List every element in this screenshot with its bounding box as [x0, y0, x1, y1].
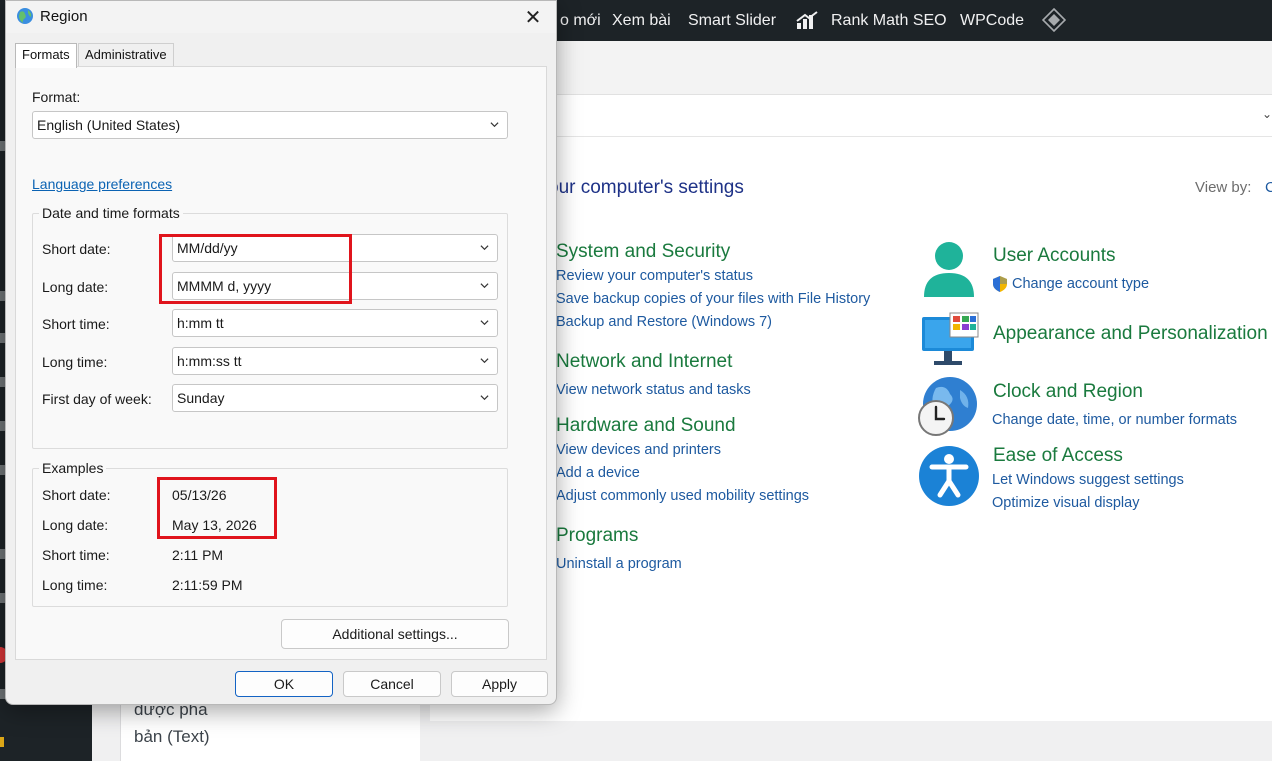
link-backup-restore[interactable]: Backup and Restore (Windows 7): [556, 314, 772, 330]
first-day-of-week-select[interactable]: Sunday: [172, 384, 498, 412]
chevron-down-icon: [480, 320, 489, 326]
example-short-date-label: Short date:: [42, 487, 111, 503]
formats-tab-panel: Format: English (United States) Language…: [15, 66, 547, 660]
long-date-value: MMMM d, yyyy: [177, 278, 272, 294]
apply-button[interactable]: Apply: [451, 671, 548, 697]
wp-bar-smart-slider[interactable]: Smart Slider: [688, 12, 776, 30]
example-short-time-label: Short time:: [42, 547, 110, 563]
link-optimize-display[interactable]: Optimize visual display: [992, 495, 1139, 511]
additional-settings-button[interactable]: Additional settings...: [281, 619, 509, 649]
link-change-account-type[interactable]: Change account type: [1012, 276, 1149, 292]
link-file-history[interactable]: Save backup copies of your files with Fi…: [556, 291, 870, 307]
view-by-dropdown[interactable]: C: [1265, 179, 1272, 196]
long-time-select[interactable]: h:mm:ss tt: [172, 347, 498, 375]
link-devices-printers[interactable]: View devices and printers: [556, 442, 721, 458]
category-programs[interactable]: Programs: [556, 525, 638, 547]
tab-formats[interactable]: Formats: [15, 43, 77, 68]
dialog-titlebar[interactable]: Region ✕: [6, 1, 556, 33]
format-label: Format:: [32, 89, 81, 105]
long-time-value: h:mm:ss tt: [177, 353, 242, 369]
category-hardware-sound[interactable]: Hardware and Sound: [556, 415, 736, 437]
link-network-status[interactable]: View network status and tasks: [556, 382, 751, 398]
tab-administrative[interactable]: Administrative: [78, 43, 174, 67]
link-windows-suggest[interactable]: Let Windows suggest settings: [992, 472, 1184, 488]
first-day-of-week-label: First day of week:: [42, 391, 152, 407]
page-title: our computer's settings: [548, 177, 744, 198]
category-system-security[interactable]: System and Security: [556, 241, 730, 263]
first-day-of-week-value: Sunday: [177, 390, 225, 406]
long-date-select[interactable]: MMMM d, yyyy: [172, 272, 498, 300]
category-ease-of-access[interactable]: Ease of Access: [993, 445, 1123, 467]
short-date-select[interactable]: MM/dd/yy: [172, 234, 498, 262]
chevron-down-icon[interactable]: ⌄: [1262, 107, 1272, 121]
clock-globe-icon[interactable]: [916, 376, 978, 438]
long-time-label: Long time:: [42, 354, 108, 370]
ease-of-access-icon[interactable]: [918, 445, 980, 507]
short-time-value: h:mm tt: [177, 315, 224, 331]
diamond-icon[interactable]: [1041, 7, 1067, 33]
wp-bar-view-post[interactable]: Xem bài: [612, 12, 671, 30]
wp-bar-new-post[interactable]: o mới: [560, 12, 601, 30]
date-time-formats-group: Date and time formats Short date: MM/dd/…: [32, 205, 508, 449]
example-long-date-label: Long date:: [42, 517, 109, 533]
link-uninstall-program[interactable]: Uninstall a program: [556, 556, 682, 572]
view-by-label: View by:: [1195, 179, 1252, 196]
link-change-date-time-formats[interactable]: Change date, time, or number formats: [992, 412, 1237, 428]
category-user-accounts[interactable]: User Accounts: [993, 245, 1116, 267]
ok-button[interactable]: OK: [235, 671, 333, 697]
chevron-down-icon: [490, 122, 499, 128]
dialog-title: Region: [40, 8, 88, 25]
category-clock-region[interactable]: Clock and Region: [993, 381, 1143, 403]
short-time-label: Short time:: [42, 316, 110, 332]
cancel-button[interactable]: Cancel: [343, 671, 441, 697]
chevron-down-icon: [480, 358, 489, 364]
short-date-value: MM/dd/yy: [177, 240, 238, 256]
chevron-down-icon: [480, 283, 489, 289]
examples-group: Examples Short date: 05/13/26 Long date:…: [32, 460, 508, 607]
appearance-monitor-icon[interactable]: [920, 311, 982, 373]
wp-bar-wpcode[interactable]: WPCode: [960, 12, 1024, 30]
format-select-value: English (United States): [37, 117, 181, 133]
link-review-status[interactable]: Review your computer's status: [556, 268, 753, 284]
category-appearance-personalization[interactable]: Appearance and Personalization: [993, 323, 1268, 345]
rank-math-icon: [795, 11, 819, 31]
link-add-device[interactable]: Add a device: [556, 465, 640, 481]
uac-shield-icon: [991, 275, 1009, 293]
wp-bar-rank-math[interactable]: Rank Math SEO: [831, 12, 947, 30]
chevron-down-icon: [480, 395, 489, 401]
group-title: Examples: [39, 460, 107, 476]
region-dialog: Region ✕ Formats Administrative Format: …: [5, 0, 557, 705]
short-date-label: Short date:: [42, 241, 111, 257]
link-mobility-settings[interactable]: Adjust commonly used mobility settings: [556, 488, 809, 504]
example-long-time-label: Long time:: [42, 577, 108, 593]
chevron-down-icon: [480, 245, 489, 251]
short-time-select[interactable]: h:mm tt: [172, 309, 498, 337]
language-preferences-link[interactable]: Language preferences: [32, 176, 172, 192]
close-icon[interactable]: ✕: [516, 3, 550, 31]
group-title: Date and time formats: [39, 205, 183, 221]
globe-icon: [16, 7, 34, 25]
format-select[interactable]: English (United States): [32, 111, 508, 139]
example-short-time-value: 2:11 PM: [172, 547, 224, 563]
example-long-date-value: May 13, 2026: [172, 517, 257, 533]
editor-text-line: bản (Text): [134, 727, 210, 746]
long-date-label: Long date:: [42, 279, 109, 295]
example-long-time-value: 2:11:59 PM: [172, 577, 243, 593]
user-accounts-icon[interactable]: [918, 239, 980, 301]
example-short-date-value: 05/13/26: [172, 487, 227, 503]
category-network-internet[interactable]: Network and Internet: [556, 351, 732, 373]
